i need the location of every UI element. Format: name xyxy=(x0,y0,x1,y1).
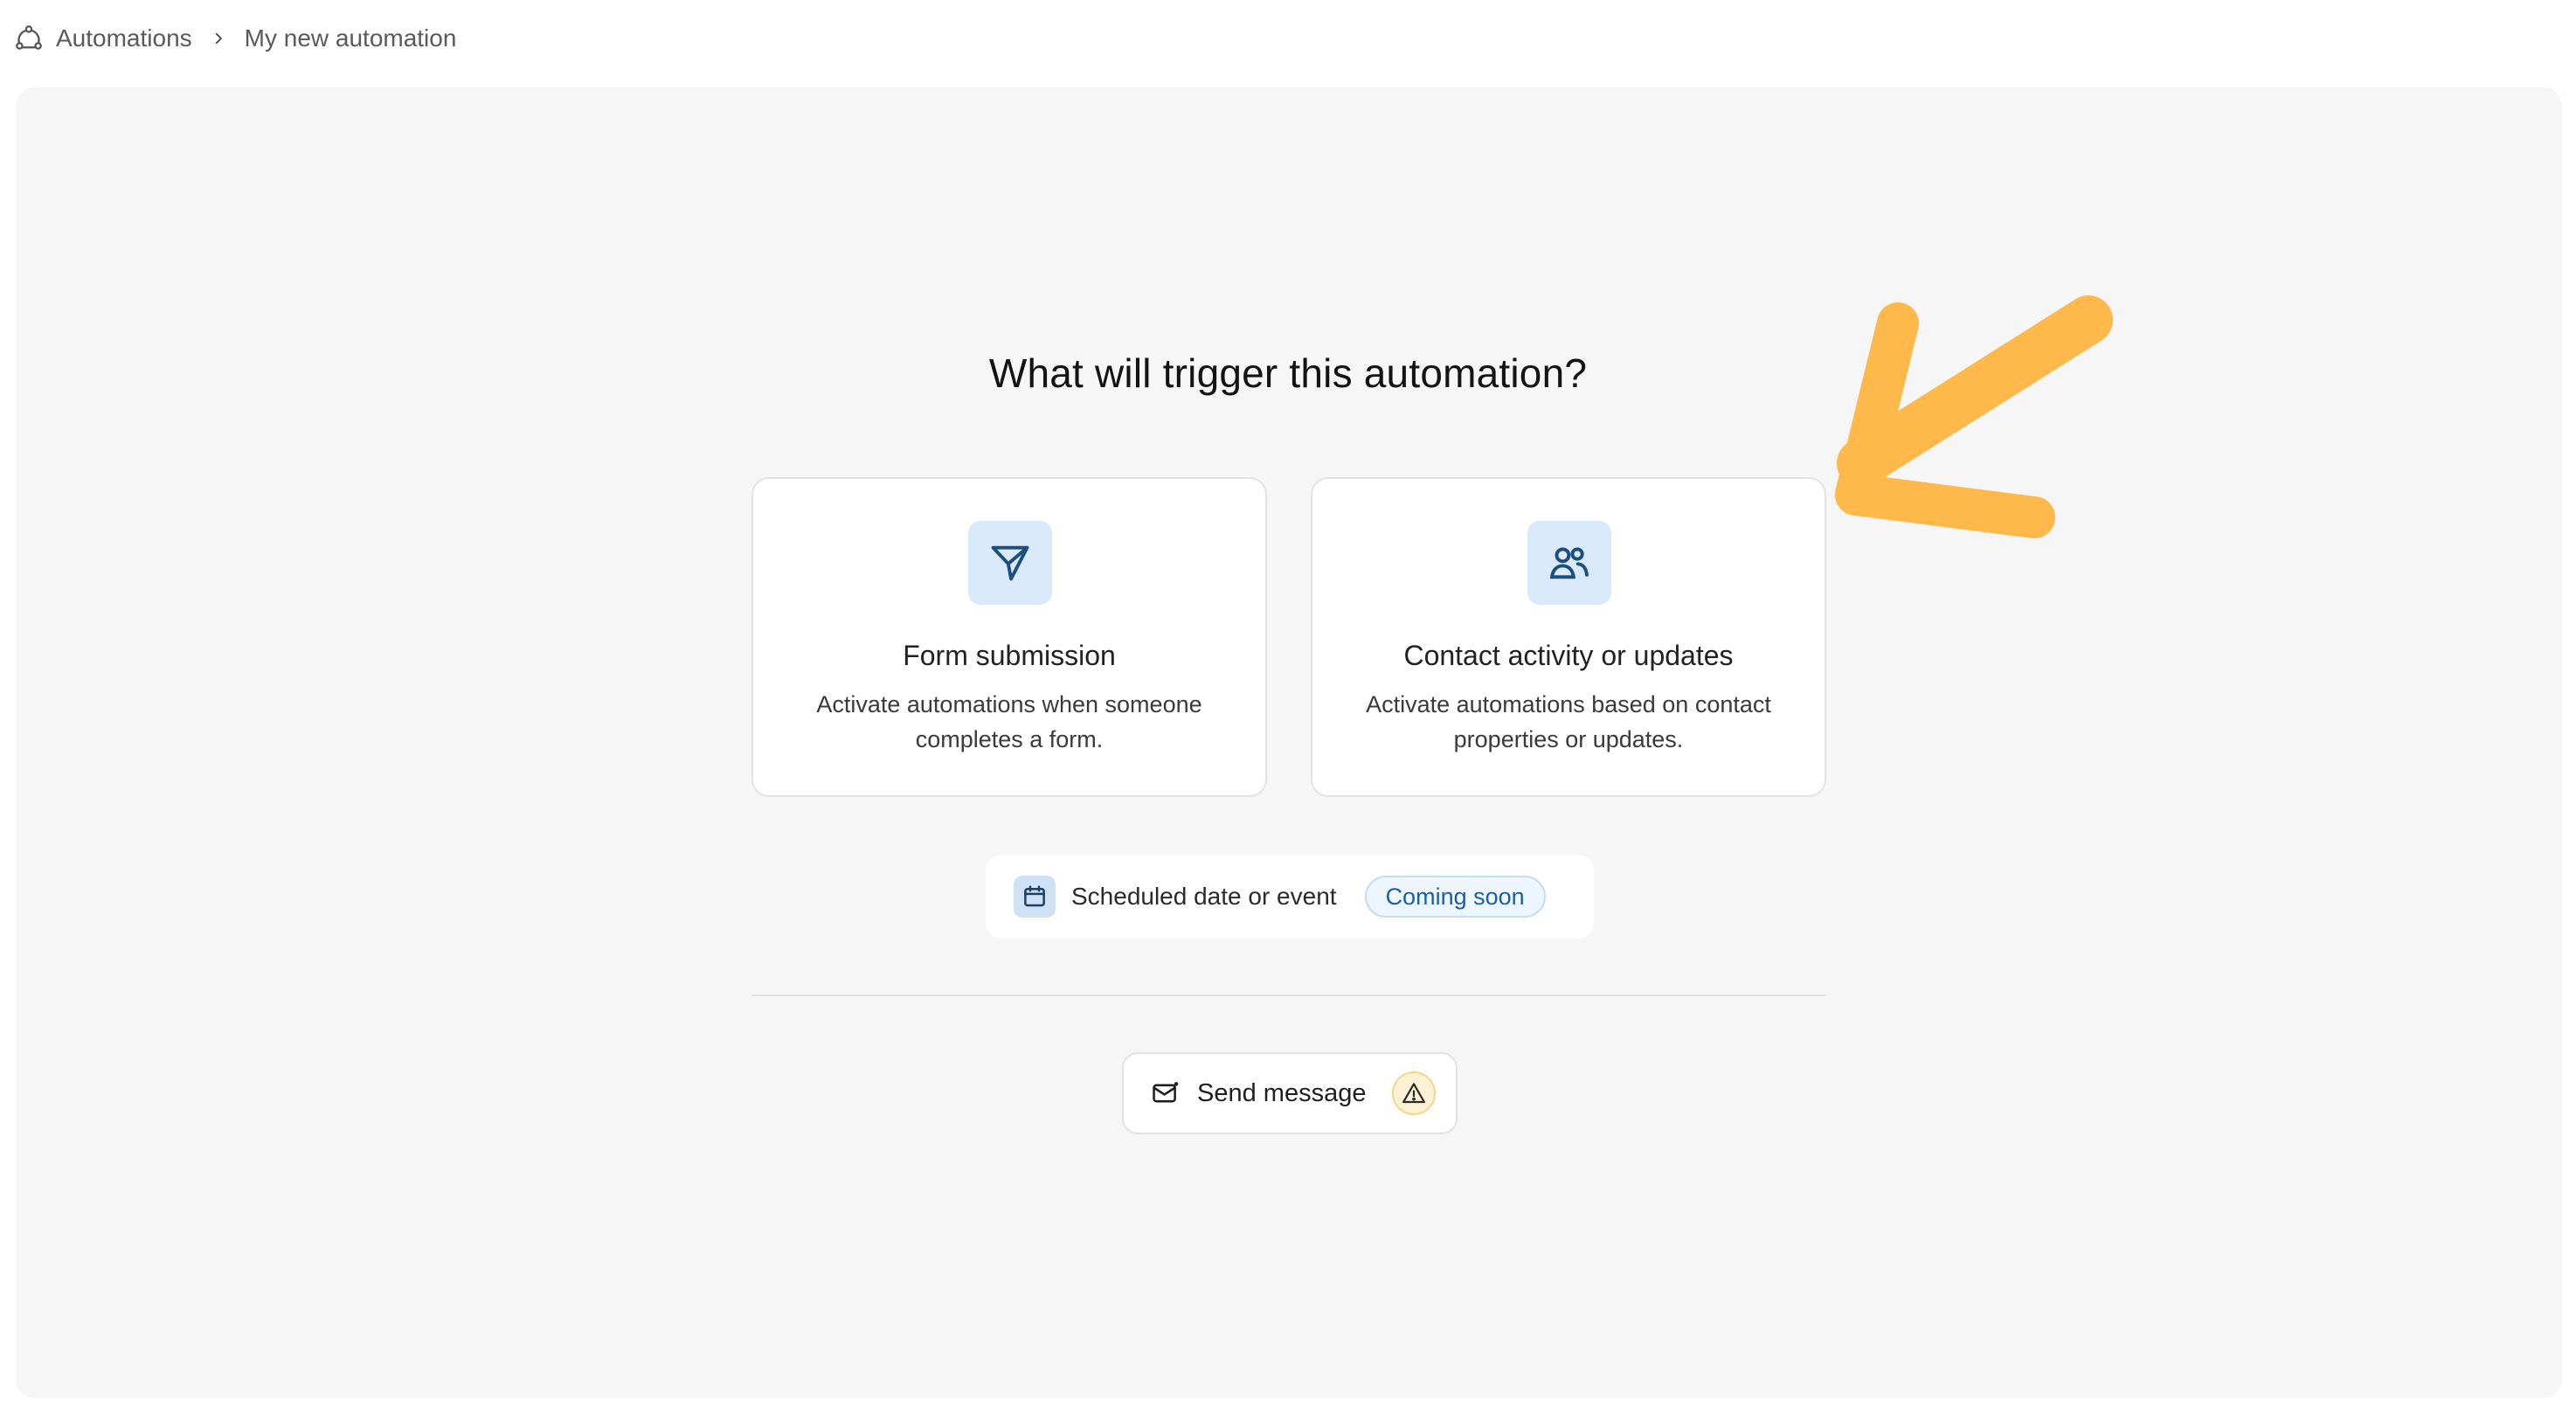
trigger-option-scheduled: Scheduled date or event Coming soon xyxy=(986,855,1594,939)
coming-soon-badge: Coming soon xyxy=(1364,876,1546,918)
section-divider xyxy=(751,995,1826,996)
breadcrumb: Automations My new automation xyxy=(14,21,456,56)
scheduled-label: Scheduled date or event xyxy=(1071,883,1337,910)
breadcrumb-automations-link[interactable]: Automations xyxy=(56,24,192,52)
send-message-step[interactable]: Send message xyxy=(1122,1052,1458,1134)
warning-icon[interactable] xyxy=(1392,1071,1437,1115)
mail-icon xyxy=(1150,1078,1181,1109)
trigger-title: Contact activity or updates xyxy=(1403,640,1734,671)
calendar-icon xyxy=(1014,876,1056,918)
trigger-card-form-submission[interactable]: Form submission Activate automations whe… xyxy=(751,477,1267,797)
send-message-label: Send message xyxy=(1197,1078,1367,1107)
trigger-title: Form submission xyxy=(903,640,1116,671)
breadcrumb-current: My new automation xyxy=(244,24,457,52)
trigger-description: Activate automations based on contact pr… xyxy=(1366,691,1771,752)
users-icon xyxy=(1527,521,1611,605)
page-title: What will trigger this automation? xyxy=(988,350,1588,396)
automation-icon xyxy=(14,24,44,53)
chevron-right-icon xyxy=(210,30,227,47)
trigger-description: Activate automations when someone comple… xyxy=(816,691,1202,752)
annotation-arrow xyxy=(1835,295,2113,538)
trigger-card-contact-activity[interactable]: Contact activity or updates Activate aut… xyxy=(1311,477,1826,797)
automation-canvas xyxy=(16,87,2562,1398)
send-plane-icon xyxy=(968,521,1052,605)
